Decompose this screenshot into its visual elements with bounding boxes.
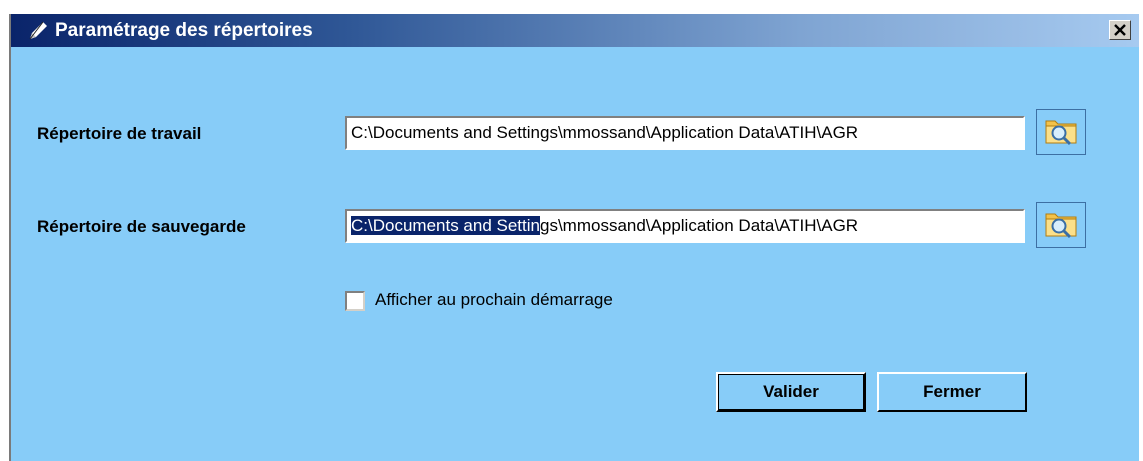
save-directory-selected-text: C:\Documents and Settin	[351, 216, 540, 235]
work-directory-value: C:\Documents and Settings\mmossand\Appli…	[351, 123, 859, 142]
show-on-startup-label[interactable]: Afficher au prochain démarrage	[375, 290, 613, 310]
save-directory-input[interactable]: C:\Documents and Settings\mmossand\Appli…	[345, 209, 1025, 243]
work-directory-input[interactable]: C:\Documents and Settings\mmossand\Appli…	[345, 116, 1025, 150]
save-directory-rest-text: gs\mmossand\Application Data\ATIH\AGR	[539, 216, 859, 235]
save-directory-label: Répertoire de sauvegarde	[37, 217, 246, 236]
browse-work-directory-button[interactable]	[1036, 109, 1086, 155]
pencil-icon	[27, 20, 49, 42]
close-button[interactable]: Fermer	[877, 372, 1027, 412]
title-bar[interactable]: Paramétrage des répertoires	[11, 14, 1139, 47]
settings-dialog: Paramétrage des répertoires Répertoire d…	[9, 14, 1139, 461]
dialog-title: Paramétrage des répertoires	[55, 20, 313, 41]
browse-save-directory-button[interactable]	[1036, 202, 1086, 248]
close-x-icon	[1114, 24, 1126, 36]
validate-button[interactable]: Valider	[716, 372, 866, 412]
folder-search-icon	[1043, 114, 1079, 151]
folder-search-icon	[1043, 207, 1079, 244]
work-directory-label: Répertoire de travail	[37, 124, 202, 143]
show-on-startup-checkbox[interactable]	[345, 291, 365, 311]
close-window-button[interactable]	[1109, 20, 1131, 40]
